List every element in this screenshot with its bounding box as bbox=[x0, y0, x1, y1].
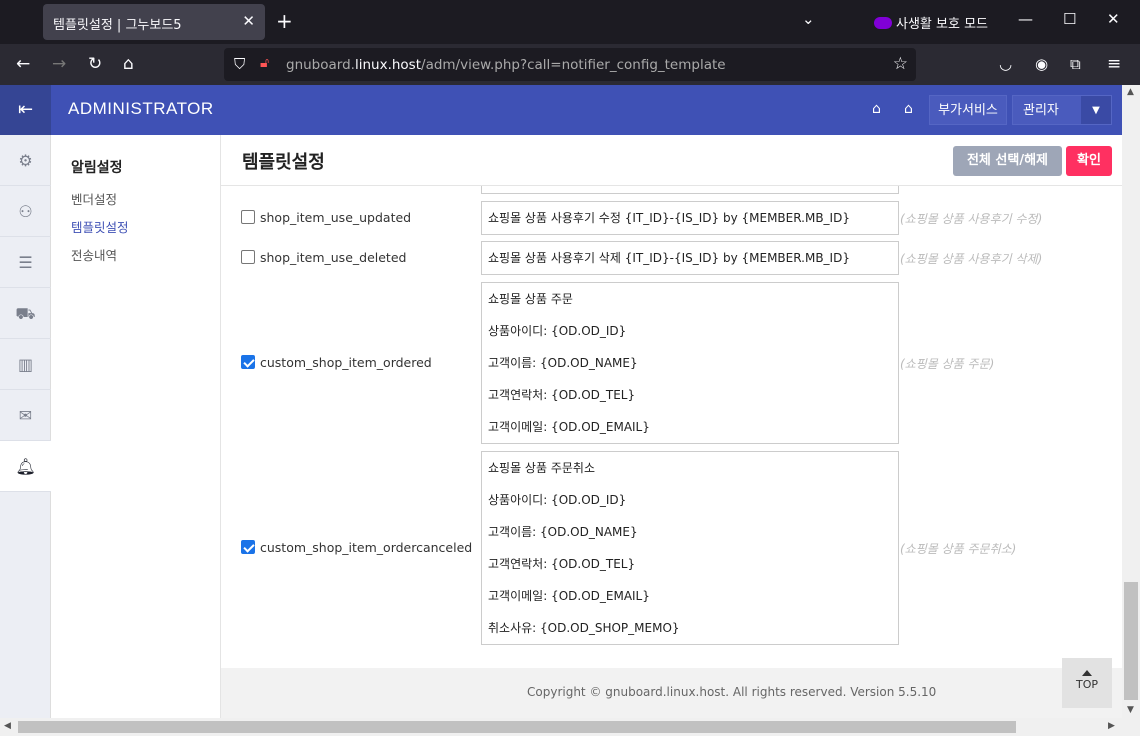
template-textarea[interactable]: 쇼핑몰 상품 주문 상품아이디: {OD.OD_ID} 고객이름: {OD.OD… bbox=[481, 282, 899, 444]
admin-brand[interactable]: ADMINISTRATOR bbox=[68, 99, 214, 119]
template-key: shop_item_use_deleted bbox=[260, 250, 407, 265]
forward-icon[interactable]: → bbox=[52, 54, 66, 74]
scroll-top-button[interactable]: TOP bbox=[1062, 658, 1112, 708]
admin-menu-label: 관리자 bbox=[1023, 103, 1059, 118]
template-line: 고객연락처: {OD.OD_TEL} bbox=[488, 388, 636, 402]
template-line: 쇼핑몰 상품 사용후기 삭제 {IT_ID}-{IS_ID} by {MEMBE… bbox=[488, 251, 850, 265]
template-row-check[interactable]: shop_item_use_deleted bbox=[241, 250, 406, 265]
template-note: (쇼핑몰 상품 주문취소) bbox=[900, 542, 1017, 556]
app-menu-icon[interactable]: ≡ bbox=[1107, 54, 1121, 74]
vertical-scrollbar[interactable]: ▲ ▼ bbox=[1122, 85, 1140, 718]
template-line: 쇼핑몰 상품 주문취소 bbox=[488, 461, 595, 475]
copyright-text: Copyright © gnuboard.linux.host. All rig… bbox=[527, 685, 937, 699]
private-mask-icon bbox=[874, 17, 892, 29]
sub-nav: 알림설정 벤더설정 템플릿설정 전송내역 bbox=[51, 135, 221, 718]
sub-nav-item-history[interactable]: 전송내역 bbox=[71, 245, 117, 264]
global-nav: ⚙ ⚇ ☰ ⛟ ▥ ✉ 🔔︎ bbox=[0, 135, 51, 718]
shop-cart-icon[interactable]: ⛟ bbox=[0, 288, 51, 339]
template-key: shop_item_use_updated bbox=[260, 210, 412, 225]
stats-chart-icon[interactable]: ▥ bbox=[0, 339, 51, 390]
page-title-bar: 템플릿설정 전체 선택/해제 확인 bbox=[221, 135, 1122, 186]
template-line: 고객이메일: {OD.OD_EMAIL} bbox=[488, 589, 650, 603]
page-footer: Copyright © gnuboard.linux.host. All rig… bbox=[221, 668, 1122, 718]
vertical-scroll-thumb[interactable] bbox=[1124, 582, 1138, 700]
template-line: 취소사유: {OD.OD_SHOP_MEMO} bbox=[488, 621, 680, 635]
template-line: 상품아이디: {OD.OD_ID} bbox=[488, 493, 627, 507]
back-icon[interactable]: ← bbox=[16, 54, 30, 74]
horizontal-scrollbar[interactable]: ◀ ▶ bbox=[0, 718, 1140, 736]
admin-menu-button[interactable]: 관리자 ▼ bbox=[1012, 95, 1112, 125]
horizontal-scroll-thumb[interactable] bbox=[18, 721, 1016, 733]
window-close-icon[interactable]: ✕ bbox=[1107, 10, 1120, 28]
scroll-right-arrow-icon[interactable]: ▶ bbox=[1108, 721, 1115, 731]
template-checkbox[interactable] bbox=[241, 210, 255, 224]
sub-nav-item-vendor[interactable]: 벤더설정 bbox=[71, 189, 117, 208]
pocket-icon[interactable]: ◡ bbox=[999, 54, 1012, 74]
insecure-lock-icon[interactable]: 🔓︎ bbox=[260, 55, 269, 71]
confirm-button[interactable]: 확인 bbox=[1066, 146, 1112, 176]
page-viewport: ⇤ ADMINISTRATOR ⌂ ⌂ 부가서비스 관리자 ▼ ⚙ ⚇ ☰ ⛟ … bbox=[0, 85, 1122, 718]
tab-list-chevron-icon[interactable]: ⌄ bbox=[802, 10, 815, 28]
notification-bell-icon[interactable]: 🔔︎ bbox=[0, 441, 51, 492]
shop-icon[interactable]: ⌂ bbox=[872, 101, 881, 117]
template-key: custom_shop_item_ordercanceled bbox=[260, 540, 473, 555]
template-key: custom_shop_item_ordered bbox=[260, 355, 432, 370]
template-row-check[interactable]: custom_shop_item_ordered bbox=[241, 355, 432, 370]
template-checkbox[interactable] bbox=[241, 250, 255, 264]
template-checkbox[interactable] bbox=[241, 540, 255, 554]
url-bar[interactable]: ⛉ 🔓︎ gnuboard.linux.host/adm/view.php?ca… bbox=[224, 48, 916, 81]
mail-icon[interactable]: ✉ bbox=[0, 390, 51, 441]
addon-services-button[interactable]: 부가서비스 bbox=[929, 95, 1007, 125]
template-textarea[interactable]: 쇼핑몰 상품 사용후기 삭제 {IT_ID}-{IS_ID} by {MEMBE… bbox=[481, 241, 899, 275]
browser-tab-bar: 템플릿설정 | 그누보드5 ✕ + ⌄ 사생활 보호 모드 — ☐ ✕ bbox=[0, 0, 1140, 44]
page-title: 템플릿설정 bbox=[242, 152, 325, 173]
board-list-icon[interactable]: ☰ bbox=[0, 237, 51, 288]
maximize-icon[interactable]: ☐ bbox=[1063, 10, 1076, 28]
reload-icon[interactable]: ↻ bbox=[88, 54, 102, 74]
tab-title: 템플릿설정 | 그누보드5 bbox=[53, 18, 182, 33]
admin-header: ⇤ ADMINISTRATOR ⌂ ⌂ 부가서비스 관리자 ▼ bbox=[0, 85, 1122, 135]
minimize-icon[interactable]: — bbox=[1018, 10, 1033, 28]
sub-nav-title: 알림설정 bbox=[71, 160, 123, 176]
extensions-icon[interactable]: ⧉ bbox=[1070, 54, 1081, 74]
private-mode-indicator: 사생활 보호 모드 bbox=[874, 13, 988, 32]
menu-collapse-icon[interactable]: ⇤ bbox=[0, 85, 51, 135]
bookmark-star-icon[interactable]: ☆ bbox=[893, 54, 908, 74]
account-icon[interactable]: ◉ bbox=[1035, 54, 1048, 74]
browser-tab[interactable]: 템플릿설정 | 그누보드5 ✕ bbox=[43, 4, 265, 40]
template-line: 고객연락처: {OD.OD_TEL} bbox=[488, 557, 636, 571]
template-line: 쇼핑몰 상품 사용후기 수정 {IT_ID}-{IS_ID} by {MEMBE… bbox=[488, 211, 850, 225]
tab-close-icon[interactable]: ✕ bbox=[242, 12, 255, 30]
template-checkbox[interactable] bbox=[241, 355, 255, 369]
template-row-check[interactable]: shop_item_use_updated bbox=[241, 210, 411, 225]
arrow-up-icon bbox=[1082, 670, 1092, 676]
template-note: (쇼핑몰 상품 사용후기 수정) bbox=[900, 212, 1043, 226]
caret-down-icon[interactable]: ▼ bbox=[1081, 96, 1111, 124]
home-link-icon[interactable]: ⌂ bbox=[904, 101, 913, 117]
private-mode-label: 사생활 보호 모드 bbox=[896, 17, 988, 32]
template-textarea[interactable]: 쇼핑몰 상품 주문취소 상품아이디: {OD.OD_ID} 고객이름: {OD.… bbox=[481, 451, 899, 645]
template-note: (쇼핑몰 상품 주문) bbox=[900, 357, 995, 371]
sub-nav-item-template[interactable]: 템플릿설정 bbox=[71, 217, 129, 236]
new-tab-icon[interactable]: + bbox=[276, 10, 293, 32]
template-line: 쇼핑몰 상품 주문 bbox=[488, 292, 573, 306]
template-line: 고객이름: {OD.OD_NAME} bbox=[488, 525, 638, 539]
select-all-button[interactable]: 전체 선택/해제 bbox=[953, 146, 1062, 176]
tracking-shield-icon[interactable]: ⛉ bbox=[234, 55, 245, 73]
scroll-up-arrow-icon[interactable]: ▲ bbox=[1127, 87, 1134, 97]
scroll-top-label: TOP bbox=[1075, 678, 1098, 691]
settings-gear-icon[interactable]: ⚙ bbox=[0, 135, 51, 186]
template-line: 고객이름: {OD.OD_NAME} bbox=[488, 356, 638, 370]
template-row-check[interactable]: custom_shop_item_ordercanceled bbox=[241, 540, 472, 555]
main-content: 템플릿설정 전체 선택/해제 확인 shop_item_use_updated … bbox=[221, 135, 1122, 718]
template-line: 고객이메일: {OD.OD_EMAIL} bbox=[488, 420, 650, 434]
url-text[interactable]: gnuboard.linux.host/adm/view.php?call=no… bbox=[286, 57, 726, 73]
template-line: 상품아이디: {OD.OD_ID} bbox=[488, 324, 627, 338]
template-note: (쇼핑몰 상품 사용후기 삭제) bbox=[900, 252, 1043, 266]
scroll-left-arrow-icon[interactable]: ◀ bbox=[4, 721, 11, 731]
template-textarea[interactable]: 쇼핑몰 상품 사용후기 수정 {IT_ID}-{IS_ID} by {MEMBE… bbox=[481, 201, 899, 235]
scroll-down-arrow-icon[interactable]: ▼ bbox=[1127, 705, 1134, 715]
member-user-icon[interactable]: ⚇ bbox=[0, 186, 51, 237]
home-icon[interactable]: ⌂ bbox=[123, 54, 134, 74]
